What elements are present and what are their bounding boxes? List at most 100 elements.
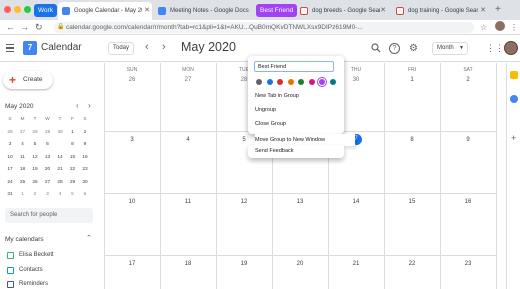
color-swatch[interactable] bbox=[256, 79, 262, 85]
tab-group-work[interactable]: Work bbox=[34, 4, 58, 17]
day-number[interactable]: 2 bbox=[440, 77, 496, 83]
mini-day[interactable]: 28 bbox=[29, 128, 41, 138]
color-swatch[interactable] bbox=[266, 79, 273, 85]
mini-day[interactable]: 13 bbox=[42, 153, 54, 163]
mini-day[interactable]: 4 bbox=[17, 140, 29, 150]
day-cell[interactable] bbox=[384, 63, 440, 131]
mini-day[interactable]: 20 bbox=[42, 165, 54, 175]
color-swatch[interactable] bbox=[287, 79, 294, 85]
mini-day[interactable]: 16 bbox=[79, 153, 91, 163]
menu-ungroup[interactable]: Ungroup bbox=[255, 107, 276, 113]
apps-grid-icon[interactable]: ⋮⋮ bbox=[486, 43, 504, 54]
color-swatch[interactable] bbox=[277, 79, 283, 85]
search-people-input[interactable]: Search for people bbox=[5, 208, 93, 223]
mini-day[interactable]: 2 bbox=[79, 128, 91, 138]
next-month-icon[interactable]: › bbox=[162, 41, 166, 54]
address-bar[interactable]: 🔒 calendar.google.com/calendar/r/month?t… bbox=[54, 22, 474, 33]
mini-day[interactable]: 19 bbox=[29, 165, 41, 175]
close-window-dot[interactable] bbox=[4, 6, 11, 13]
mini-day[interactable]: 27 bbox=[17, 128, 29, 138]
mini-day[interactable]: 2 bbox=[29, 190, 41, 200]
day-cell[interactable] bbox=[104, 63, 160, 131]
mini-day[interactable]: 11 bbox=[17, 153, 29, 163]
maximize-window-dot[interactable] bbox=[24, 6, 31, 13]
day-number[interactable]: 26 bbox=[104, 77, 160, 83]
settings-gear-icon[interactable]: ⚙ bbox=[408, 43, 419, 54]
mini-day[interactable]: 6 bbox=[42, 140, 54, 150]
minimize-window-dot[interactable] bbox=[14, 6, 21, 13]
mini-prev-icon[interactable]: ‹ bbox=[76, 101, 79, 110]
day-cell[interactable] bbox=[440, 63, 496, 131]
create-button[interactable]: + Create bbox=[3, 71, 53, 89]
menu-move-group-label[interactable]: Move Group to New Window bbox=[255, 137, 325, 143]
chevron-up-icon[interactable]: ⌃ bbox=[86, 234, 92, 242]
mini-day[interactable]: 6 bbox=[79, 190, 91, 200]
help-icon[interactable]: ? bbox=[389, 43, 400, 54]
mini-day[interactable]: 22 bbox=[67, 165, 79, 175]
mini-day[interactable]: 27 bbox=[42, 178, 54, 188]
day-number[interactable]: 3 bbox=[104, 137, 160, 143]
mini-day[interactable]: 26 bbox=[4, 128, 16, 138]
mini-day[interactable]: 12 bbox=[29, 153, 41, 163]
day-number[interactable]: 17 bbox=[104, 261, 160, 267]
calendar-item-elisa[interactable]: Elisa Beckett bbox=[5, 251, 54, 260]
calendar-item-contacts[interactable]: Contacts bbox=[5, 266, 43, 275]
bookmark-star-icon[interactable]: ☆ bbox=[480, 22, 487, 33]
day-number[interactable]: 11 bbox=[160, 199, 216, 205]
tasks-icon[interactable] bbox=[510, 95, 518, 103]
search-icon[interactable] bbox=[370, 43, 381, 54]
tab-dog-training[interactable]: dog training - Google Search ✕ bbox=[392, 2, 488, 20]
day-number[interactable]: 21 bbox=[328, 261, 384, 267]
tab-meeting-notes[interactable]: Meeting Notes - Google Docs bbox=[154, 2, 252, 20]
day-number[interactable]: 14 bbox=[328, 199, 384, 205]
new-tab-button[interactable]: + bbox=[495, 3, 501, 17]
mini-day[interactable]: 7 bbox=[54, 140, 66, 150]
mini-day[interactable]: 21 bbox=[54, 165, 66, 175]
menu-close-group[interactable]: Close Group bbox=[255, 121, 286, 127]
mini-day[interactable]: 26 bbox=[29, 178, 41, 188]
day-number[interactable]: 13 bbox=[272, 199, 328, 205]
mini-day[interactable]: 5 bbox=[67, 190, 79, 200]
mini-day[interactable]: 30 bbox=[54, 128, 66, 138]
mini-day[interactable]: 1 bbox=[17, 190, 29, 200]
day-number[interactable]: 22 bbox=[384, 261, 440, 267]
mini-day[interactable]: 29 bbox=[42, 128, 54, 138]
day-number[interactable]: 9 bbox=[440, 137, 496, 143]
checkbox-icon[interactable] bbox=[7, 281, 14, 288]
menu-new-tab-in-group[interactable]: New Tab in Group bbox=[255, 93, 299, 99]
mini-day[interactable]: 28 bbox=[54, 178, 66, 188]
mini-day[interactable]: 15 bbox=[67, 153, 79, 163]
color-swatch[interactable] bbox=[329, 79, 336, 85]
day-number[interactable]: 20 bbox=[272, 261, 328, 267]
mini-next-icon[interactable]: › bbox=[88, 101, 91, 110]
color-swatch[interactable] bbox=[319, 79, 325, 85]
previous-month-icon[interactable]: ‹ bbox=[145, 41, 149, 54]
color-swatch[interactable] bbox=[298, 79, 304, 85]
day-cell[interactable] bbox=[160, 63, 216, 131]
day-number[interactable]: 8 bbox=[384, 137, 440, 143]
today-button[interactable]: Today bbox=[108, 42, 134, 55]
mini-day[interactable]: 18 bbox=[17, 165, 29, 175]
browser-menu-icon[interactable]: ⋮ bbox=[510, 22, 518, 33]
day-number[interactable]: 1 bbox=[384, 77, 440, 83]
mini-day[interactable]: 24 bbox=[4, 178, 16, 188]
day-number[interactable]: 19 bbox=[216, 261, 272, 267]
profile-avatar-icon[interactable] bbox=[495, 21, 505, 31]
mini-day[interactable]: 29 bbox=[67, 178, 79, 188]
main-menu-icon[interactable] bbox=[6, 44, 14, 52]
group-name-input[interactable]: Best Friend bbox=[254, 61, 334, 72]
day-number[interactable]: 16 bbox=[440, 199, 496, 205]
forward-icon[interactable]: → bbox=[20, 22, 29, 33]
mini-day[interactable]: 9 bbox=[79, 140, 91, 150]
tab-google-calendar[interactable]: Google Calendar - May 2020 ✕ bbox=[58, 2, 152, 20]
calendar-item-reminders[interactable]: Reminders bbox=[5, 280, 48, 289]
mini-day[interactable]: 1 bbox=[67, 128, 79, 138]
keep-icon[interactable] bbox=[510, 71, 518, 79]
day-number[interactable]: 15 bbox=[384, 199, 440, 205]
add-addon-icon[interactable]: + bbox=[511, 133, 516, 143]
checkbox-icon[interactable] bbox=[7, 252, 14, 259]
account-avatar[interactable] bbox=[504, 41, 518, 55]
day-number[interactable]: 12 bbox=[216, 199, 272, 205]
mini-day[interactable]: 31 bbox=[4, 190, 16, 200]
reload-icon[interactable]: ↻ bbox=[35, 22, 43, 33]
